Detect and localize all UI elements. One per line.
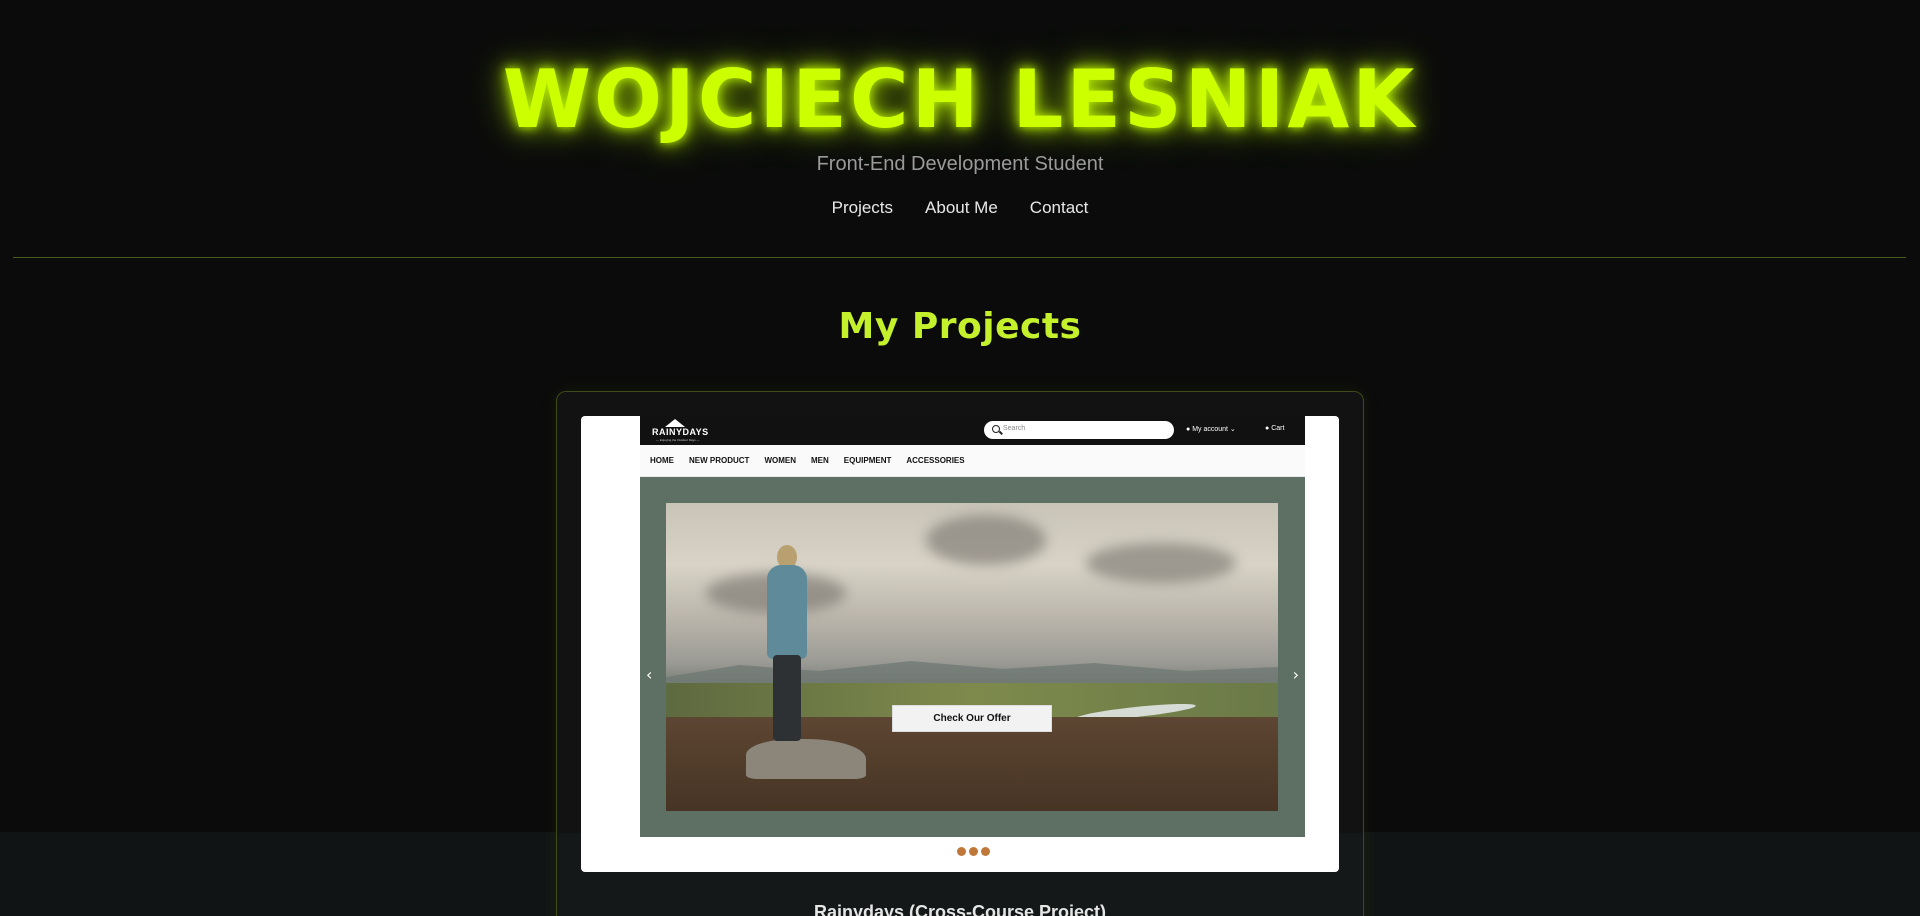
carousel-dots: [957, 847, 990, 856]
chevron-left-icon: ‹: [646, 665, 653, 684]
cloud-shape: [926, 515, 1046, 565]
hiker-figure: [761, 545, 811, 745]
hiker-jacket: [767, 565, 807, 659]
rock: [746, 739, 866, 779]
preview-search-bar: Search: [984, 421, 1174, 439]
preview-search-placeholder: Search: [1003, 425, 1026, 432]
preview-nav-item: NEW PRODUCT: [689, 456, 750, 465]
preview-nav-item: ACCESSORIES: [906, 456, 965, 465]
site-subtitle: Front-End Development Student: [816, 153, 1104, 175]
preview-nav: HOME NEW PRODUCT WOMEN MEN EQUIPMENT ACC…: [640, 445, 1305, 477]
carousel-dot: [981, 847, 990, 856]
hiker-legs: [773, 655, 801, 741]
carousel-dot: [957, 847, 966, 856]
preview-nav-item: EQUIPMENT: [843, 456, 892, 465]
preview-account: ● My account ⌄: [1186, 425, 1236, 433]
preview-nav-item: WOMEN: [764, 456, 797, 465]
preview-nav-item: MEN: [811, 456, 829, 465]
project-preview-image[interactable]: RAINYDAYS — Enjoying the Outdoor Days — …: [581, 416, 1339, 872]
preview-cart-label: Cart: [1271, 425, 1285, 432]
preview-logo-text: RAINYDAYS: [652, 427, 709, 437]
chevron-down-icon: ⌄: [1227, 426, 1236, 433]
section-title: My Projects: [838, 306, 1082, 347]
site-title: WOJCIECH LESNIAK: [502, 53, 1418, 146]
preview-topbar: RAINYDAYS — Enjoying the Outdoor Days — …: [640, 416, 1305, 445]
main-nav: Projects About Me Contact: [0, 198, 1920, 218]
preview-cart: ● Cart: [1265, 425, 1284, 432]
carousel-dot: [969, 847, 978, 856]
preview-cta-button: Check Our Offer: [892, 705, 1052, 732]
preview-logo: RAINYDAYS — Enjoying the Outdoor Days —: [652, 419, 708, 443]
project-title[interactable]: Rainydays (Cross-Course Project): [557, 902, 1363, 916]
search-icon: [992, 425, 1000, 433]
preview-logo-tagline: — Enjoying the Outdoor Days —: [656, 438, 700, 442]
nav-link-contact[interactable]: Contact: [1030, 198, 1089, 218]
mountain-icon: [665, 419, 685, 427]
project-card[interactable]: RAINYDAYS — Enjoying the Outdoor Days — …: [556, 391, 1364, 916]
preview-nav-item: HOME: [650, 456, 674, 465]
chevron-right-icon: ›: [1292, 665, 1299, 684]
nav-link-about-me[interactable]: About Me: [925, 198, 998, 218]
cloud-shape: [1086, 543, 1236, 583]
preview-hero-carousel: Check Our Offer ‹ ›: [640, 477, 1305, 837]
preview-hero-photo: Check Our Offer: [666, 503, 1278, 811]
preview-account-label: My account: [1192, 426, 1228, 433]
header-divider: [13, 257, 1906, 258]
nav-link-projects[interactable]: Projects: [832, 198, 893, 218]
